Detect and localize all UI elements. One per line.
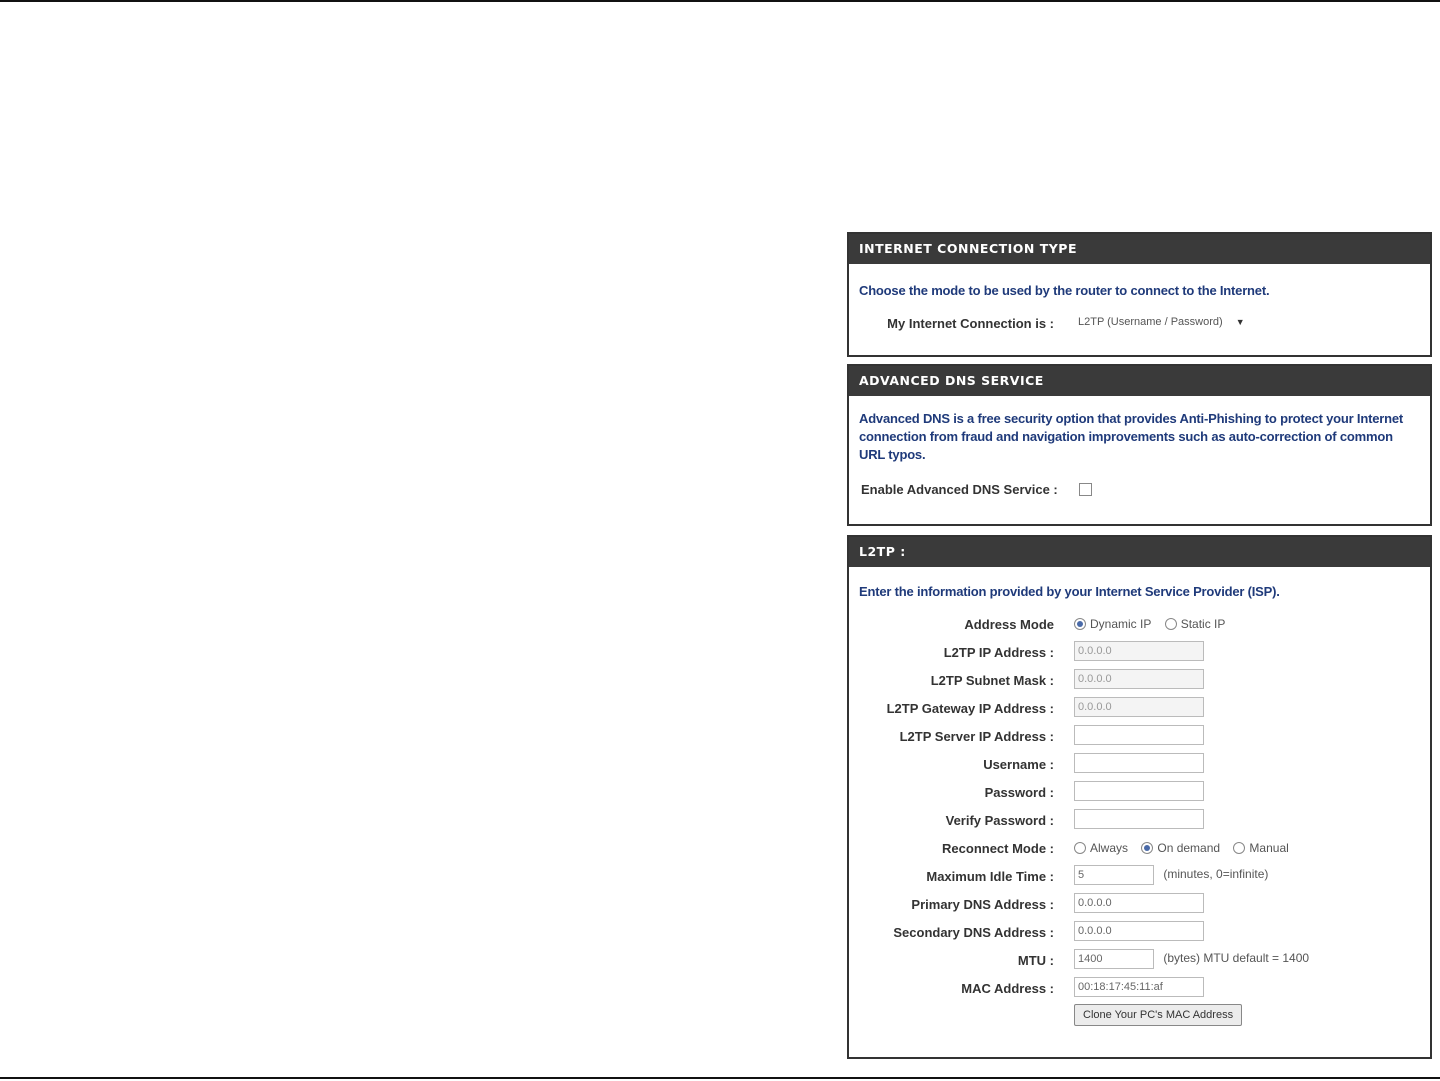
manual-radio[interactable] [1233, 841, 1246, 854]
l2tp-server-input[interactable] [1074, 725, 1204, 745]
l2tp-gateway-label: L2TP Gateway IP Address : [886, 701, 1054, 716]
panel-title: INTERNET CONNECTION TYPE [849, 234, 1430, 264]
idle-time-label: Maximum Idle Time : [926, 869, 1054, 884]
dynamic-ip-label: Dynamic IP [1090, 616, 1152, 631]
l2tp-ip-label: L2TP IP Address : [943, 645, 1054, 660]
always-label: Always [1090, 840, 1129, 855]
mtu-row: MTU : (bytes) MTU default = 1400 [849, 947, 1430, 975]
secondary-dns-row: Secondary DNS Address : [849, 919, 1430, 947]
mtu-input[interactable] [1074, 949, 1154, 969]
l2tp-ip-row: L2TP IP Address : [849, 639, 1430, 667]
idle-time-input[interactable] [1074, 865, 1154, 885]
l2tp-subnet-row: L2TP Subnet Mask : [849, 667, 1430, 695]
secondary-dns-label: Secondary DNS Address : [893, 925, 1054, 940]
idle-time-row: Maximum Idle Time : (minutes, 0=infinite… [849, 863, 1430, 891]
static-ip-label: Static IP [1180, 616, 1226, 631]
idle-time-hint: (minutes, 0=infinite) [1163, 867, 1269, 881]
on-demand-radio[interactable] [1141, 841, 1154, 854]
verify-password-input[interactable] [1074, 809, 1204, 829]
mtu-label: MTU : [1017, 953, 1054, 968]
dynamic-ip-radio[interactable] [1074, 617, 1086, 630]
l2tp-subnet-input[interactable] [1074, 669, 1204, 689]
l2tp-server-row: L2TP Server IP Address : [849, 723, 1430, 751]
address-mode-label: Address Mode [964, 617, 1054, 632]
l2tp-ip-input[interactable] [1074, 641, 1204, 661]
enable-dns-row: Enable Advanced DNS Service : [849, 476, 1430, 504]
top-rule [0, 0, 1440, 2]
reconnect-mode-label: Reconnect Mode : [942, 841, 1054, 856]
l2tp-subnet-label: L2TP Subnet Mask : [930, 673, 1054, 688]
secondary-dns-input[interactable] [1074, 921, 1204, 941]
l2tp-panel: L2TP : Enter the information provided by… [847, 535, 1432, 1059]
password-row: Password : [849, 779, 1430, 807]
verify-password-row: Verify Password : [849, 807, 1430, 835]
panel-description: Enter the information provided by your I… [859, 584, 1280, 599]
connection-type-select[interactable]: L2TP (Username / Password) ▼ [1074, 312, 1249, 332]
connection-type-row: My Internet Connection is : L2TP (Userna… [849, 310, 1430, 338]
primary-dns-input[interactable] [1074, 893, 1204, 913]
bottom-rule [0, 1077, 1440, 1079]
verify-password-label: Verify Password : [945, 813, 1054, 828]
address-mode-row: Address Mode Dynamic IP Static IP [849, 611, 1430, 639]
l2tp-gateway-row: L2TP Gateway IP Address : [849, 695, 1430, 723]
mac-input[interactable] [1074, 977, 1204, 997]
chevron-down-icon: ▼ [1235, 317, 1245, 327]
primary-dns-row: Primary DNS Address : [849, 891, 1430, 919]
enable-dns-checkbox[interactable] [1079, 483, 1092, 497]
clone-row: Clone Your PC's MAC Address [849, 1003, 1430, 1031]
password-input[interactable] [1074, 781, 1204, 801]
always-radio[interactable] [1074, 841, 1086, 854]
internet-connection-type-panel: INTERNET CONNECTION TYPE Choose the mode… [847, 232, 1432, 357]
panel-title: ADVANCED DNS SERVICE [849, 366, 1430, 396]
panel-description: Choose the mode to be used by the router… [859, 283, 1270, 298]
username-label: Username : [983, 757, 1054, 772]
on-demand-label: On demand [1157, 840, 1221, 855]
panel-title: L2TP : [849, 537, 1430, 567]
mac-row: MAC Address : [849, 975, 1430, 1003]
reconnect-mode-row: Reconnect Mode : Always On demand Manual [849, 835, 1430, 863]
username-input[interactable] [1074, 753, 1204, 773]
advanced-dns-panel: ADVANCED DNS SERVICE Advanced DNS is a f… [847, 364, 1432, 526]
primary-dns-label: Primary DNS Address : [911, 897, 1054, 912]
panel-description: Advanced DNS is a free security option t… [859, 411, 1404, 462]
l2tp-gateway-input[interactable] [1074, 697, 1204, 717]
username-row: Username : [849, 751, 1430, 779]
clone-mac-button[interactable]: Clone Your PC's MAC Address [1074, 1004, 1243, 1026]
connection-type-value: L2TP (Username / Password) [1078, 316, 1223, 328]
connection-type-label: My Internet Connection is : [887, 316, 1054, 331]
enable-dns-label: Enable Advanced DNS Service : [861, 482, 1058, 497]
l2tp-server-label: L2TP Server IP Address : [899, 729, 1054, 744]
static-ip-radio[interactable] [1164, 617, 1177, 630]
mtu-hint: (bytes) MTU default = 1400 [1163, 951, 1310, 965]
mac-label: MAC Address : [961, 981, 1054, 996]
password-label: Password : [984, 785, 1054, 800]
manual-label: Manual [1249, 840, 1289, 855]
